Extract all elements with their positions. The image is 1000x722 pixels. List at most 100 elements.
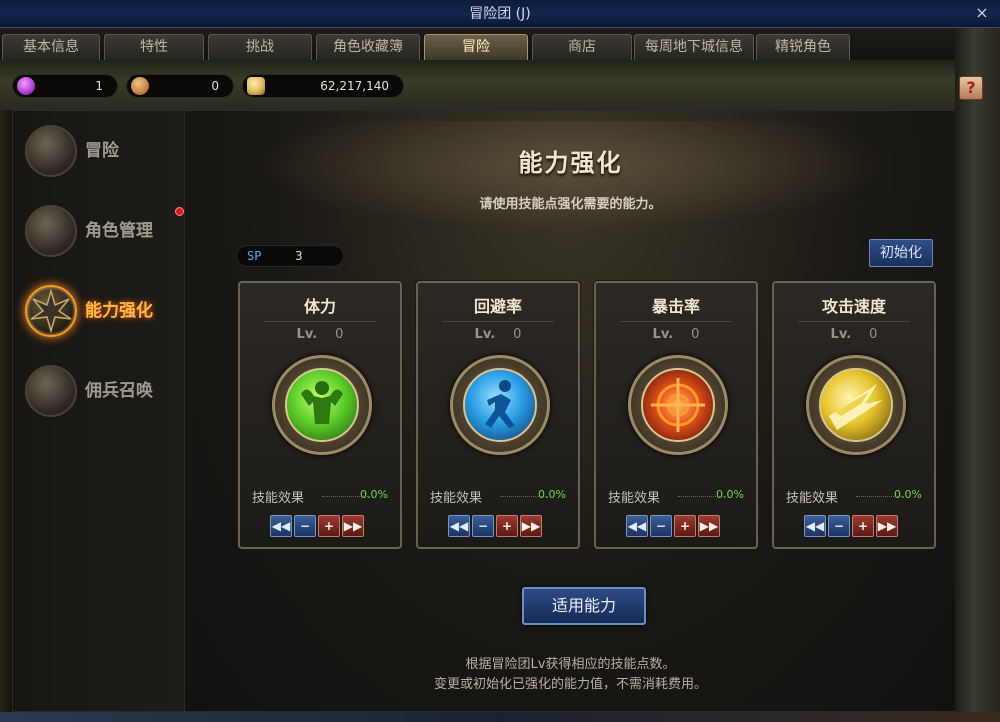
stat-name: 攻击速度 [821, 297, 886, 316]
stat-name: 暴击率 [651, 297, 700, 316]
max-level-button[interactable]: ▶▶ [520, 515, 542, 537]
level-stepper: ◀◀ − + ▶▶ [804, 515, 908, 537]
tab-basic-info[interactable]: 基本信息 [2, 34, 100, 60]
min-level-button[interactable]: ◀◀ [804, 515, 826, 537]
stat-card-crit-rate: 暴击率 Lv. 0 技能效果 0.0% ◀◀ − + ▶▶ [594, 281, 758, 549]
level-stepper: ◀◀ − + ▶▶ [626, 515, 730, 537]
increase-button[interactable]: + [318, 515, 340, 537]
sidebar-item-adventure[interactable]: 冒险 [21, 121, 181, 181]
effect-value: 0.0% [360, 488, 388, 501]
stat-card-evasion: 回避率 Lv. 0 技能效果 0.0% ◀◀ − + ▶▶ [416, 281, 580, 549]
title-bar: 冒险团 (J) × [0, 0, 1000, 28]
character-icon [25, 205, 77, 257]
tab-character-collection[interactable]: 角色收藏簿 [316, 34, 420, 60]
sidebar-item-mercenary-summon[interactable]: 佣兵召唤 [21, 361, 181, 421]
level-stepper: ◀◀ − + ▶▶ [448, 515, 552, 537]
crosshair-icon [628, 355, 728, 455]
purple-gem-icon [17, 77, 35, 95]
increase-button[interactable]: + [496, 515, 518, 537]
gold-pile-icon [247, 77, 265, 95]
running-figure-icon [450, 355, 550, 455]
stat-level: Lv. 0 [240, 327, 400, 342]
tab-weekly-dungeon[interactable]: 每周地下城信息 [634, 34, 754, 60]
background-right-edge [955, 28, 1000, 722]
divider [442, 321, 554, 322]
stat-name: 体力 [303, 297, 336, 316]
level-value: 0 [691, 327, 700, 342]
min-level-button[interactable]: ◀◀ [270, 515, 292, 537]
reset-button[interactable]: 初始化 [869, 239, 933, 267]
level-value: 0 [869, 327, 878, 342]
level-label: Lv. [652, 327, 674, 342]
currency-gold: 62,217,140 [242, 74, 404, 98]
sidebar-item-label: 能力强化 [85, 301, 153, 321]
close-icon[interactable]: × [972, 3, 992, 23]
apply-button[interactable]: 适用能力 [522, 587, 646, 625]
level-label: Lv. [296, 327, 318, 342]
stat-level: Lv. 0 [418, 327, 578, 342]
tab-adventure[interactable]: 冒险 [424, 34, 528, 60]
increase-button[interactable]: + [852, 515, 874, 537]
slash-blade-icon [806, 355, 906, 455]
bottom-strip [0, 712, 1000, 722]
max-level-button[interactable]: ▶▶ [698, 515, 720, 537]
decrease-button[interactable]: − [472, 515, 494, 537]
ability-content: 能力强化 请使用技能点强化需要的能力。 SP 3 初始化 体力 Lv. 0 技能效… [186, 111, 955, 711]
divider [264, 321, 376, 322]
chest-icon [25, 365, 77, 417]
bronze-coin-icon [131, 77, 149, 95]
level-value: 0 [513, 327, 522, 342]
sp-value: 3 [295, 249, 303, 263]
min-level-button[interactable]: ◀◀ [626, 515, 648, 537]
divider [620, 321, 732, 322]
sidebar-item-label: 角色管理 [85, 221, 153, 241]
medal-inner [463, 368, 537, 442]
min-level-button[interactable]: ◀◀ [448, 515, 470, 537]
tab-elite-characters[interactable]: 精锐角色 [756, 34, 850, 60]
currency-bar: 1 0 62,217,140 [0, 60, 955, 110]
level-label: Lv. [830, 327, 852, 342]
medal-inner [819, 368, 893, 442]
tab-bar: 基本信息 特性 挑战 角色收藏簿 冒险 商店 每周地下城信息 精锐角色 [0, 28, 1000, 60]
coin-count: 0 [211, 79, 219, 93]
sidebar-item-character-management[interactable]: 角色管理 [21, 201, 184, 261]
window-title: 冒险团 (J) [469, 6, 531, 22]
tab-shop[interactable]: 商店 [532, 34, 632, 60]
gem-count: 1 [95, 79, 103, 93]
sidebar-item-label: 佣兵召唤 [85, 381, 153, 401]
muscle-figure-icon [272, 355, 372, 455]
decrease-button[interactable]: − [828, 515, 850, 537]
decrease-button[interactable]: − [650, 515, 672, 537]
medal-inner [285, 368, 359, 442]
increase-button[interactable]: + [674, 515, 696, 537]
sidebar: 冒险 角色管理 能力强化 佣兵召唤 [13, 111, 185, 711]
currency-coin: 0 [126, 74, 234, 98]
main-panel: 冒险 角色管理 能力强化 佣兵召唤 能力强化 请使用技能点强化需要的能力。 SP… [12, 110, 955, 712]
effect-value: 0.0% [894, 488, 922, 501]
background-left-edge [0, 60, 12, 722]
tab-challenge[interactable]: 挑战 [208, 34, 312, 60]
effect-label: 技能效果 [608, 491, 661, 506]
sidebar-item-label: 冒险 [85, 141, 119, 161]
effect-label: 技能效果 [252, 491, 305, 506]
sp-counter: SP 3 [236, 245, 344, 267]
max-level-button[interactable]: ▶▶ [876, 515, 898, 537]
effect-label: 技能效果 [430, 491, 483, 506]
flag-banner-icon [25, 125, 77, 177]
stat-level: Lv. 0 [596, 327, 756, 342]
info-note-1: 根据冒险团Lv获得相应的技能点数。 [465, 657, 676, 672]
gold-amount: 62,217,140 [320, 79, 389, 93]
stat-card-stamina: 体力 Lv. 0 技能效果 0.0% ◀◀ − + ▶▶ [238, 281, 402, 549]
page-subtitle: 请使用技能点强化需要的能力。 [479, 197, 662, 212]
effect-value: 0.0% [716, 488, 744, 501]
sidebar-item-ability-enhance[interactable]: 能力强化 [21, 281, 181, 341]
spiked-star-icon [25, 285, 77, 337]
max-level-button[interactable]: ▶▶ [342, 515, 364, 537]
effect-value: 0.0% [538, 488, 566, 501]
level-label: Lv. [474, 327, 496, 342]
decrease-button[interactable]: − [294, 515, 316, 537]
help-icon[interactable]: ? [959, 76, 983, 100]
stat-level: Lv. 0 [774, 327, 934, 342]
stat-card-attack-speed: 攻击速度 Lv. 0 技能效果 0.0% ◀◀ − + ▶▶ [772, 281, 936, 549]
tab-traits[interactable]: 特性 [104, 34, 204, 60]
